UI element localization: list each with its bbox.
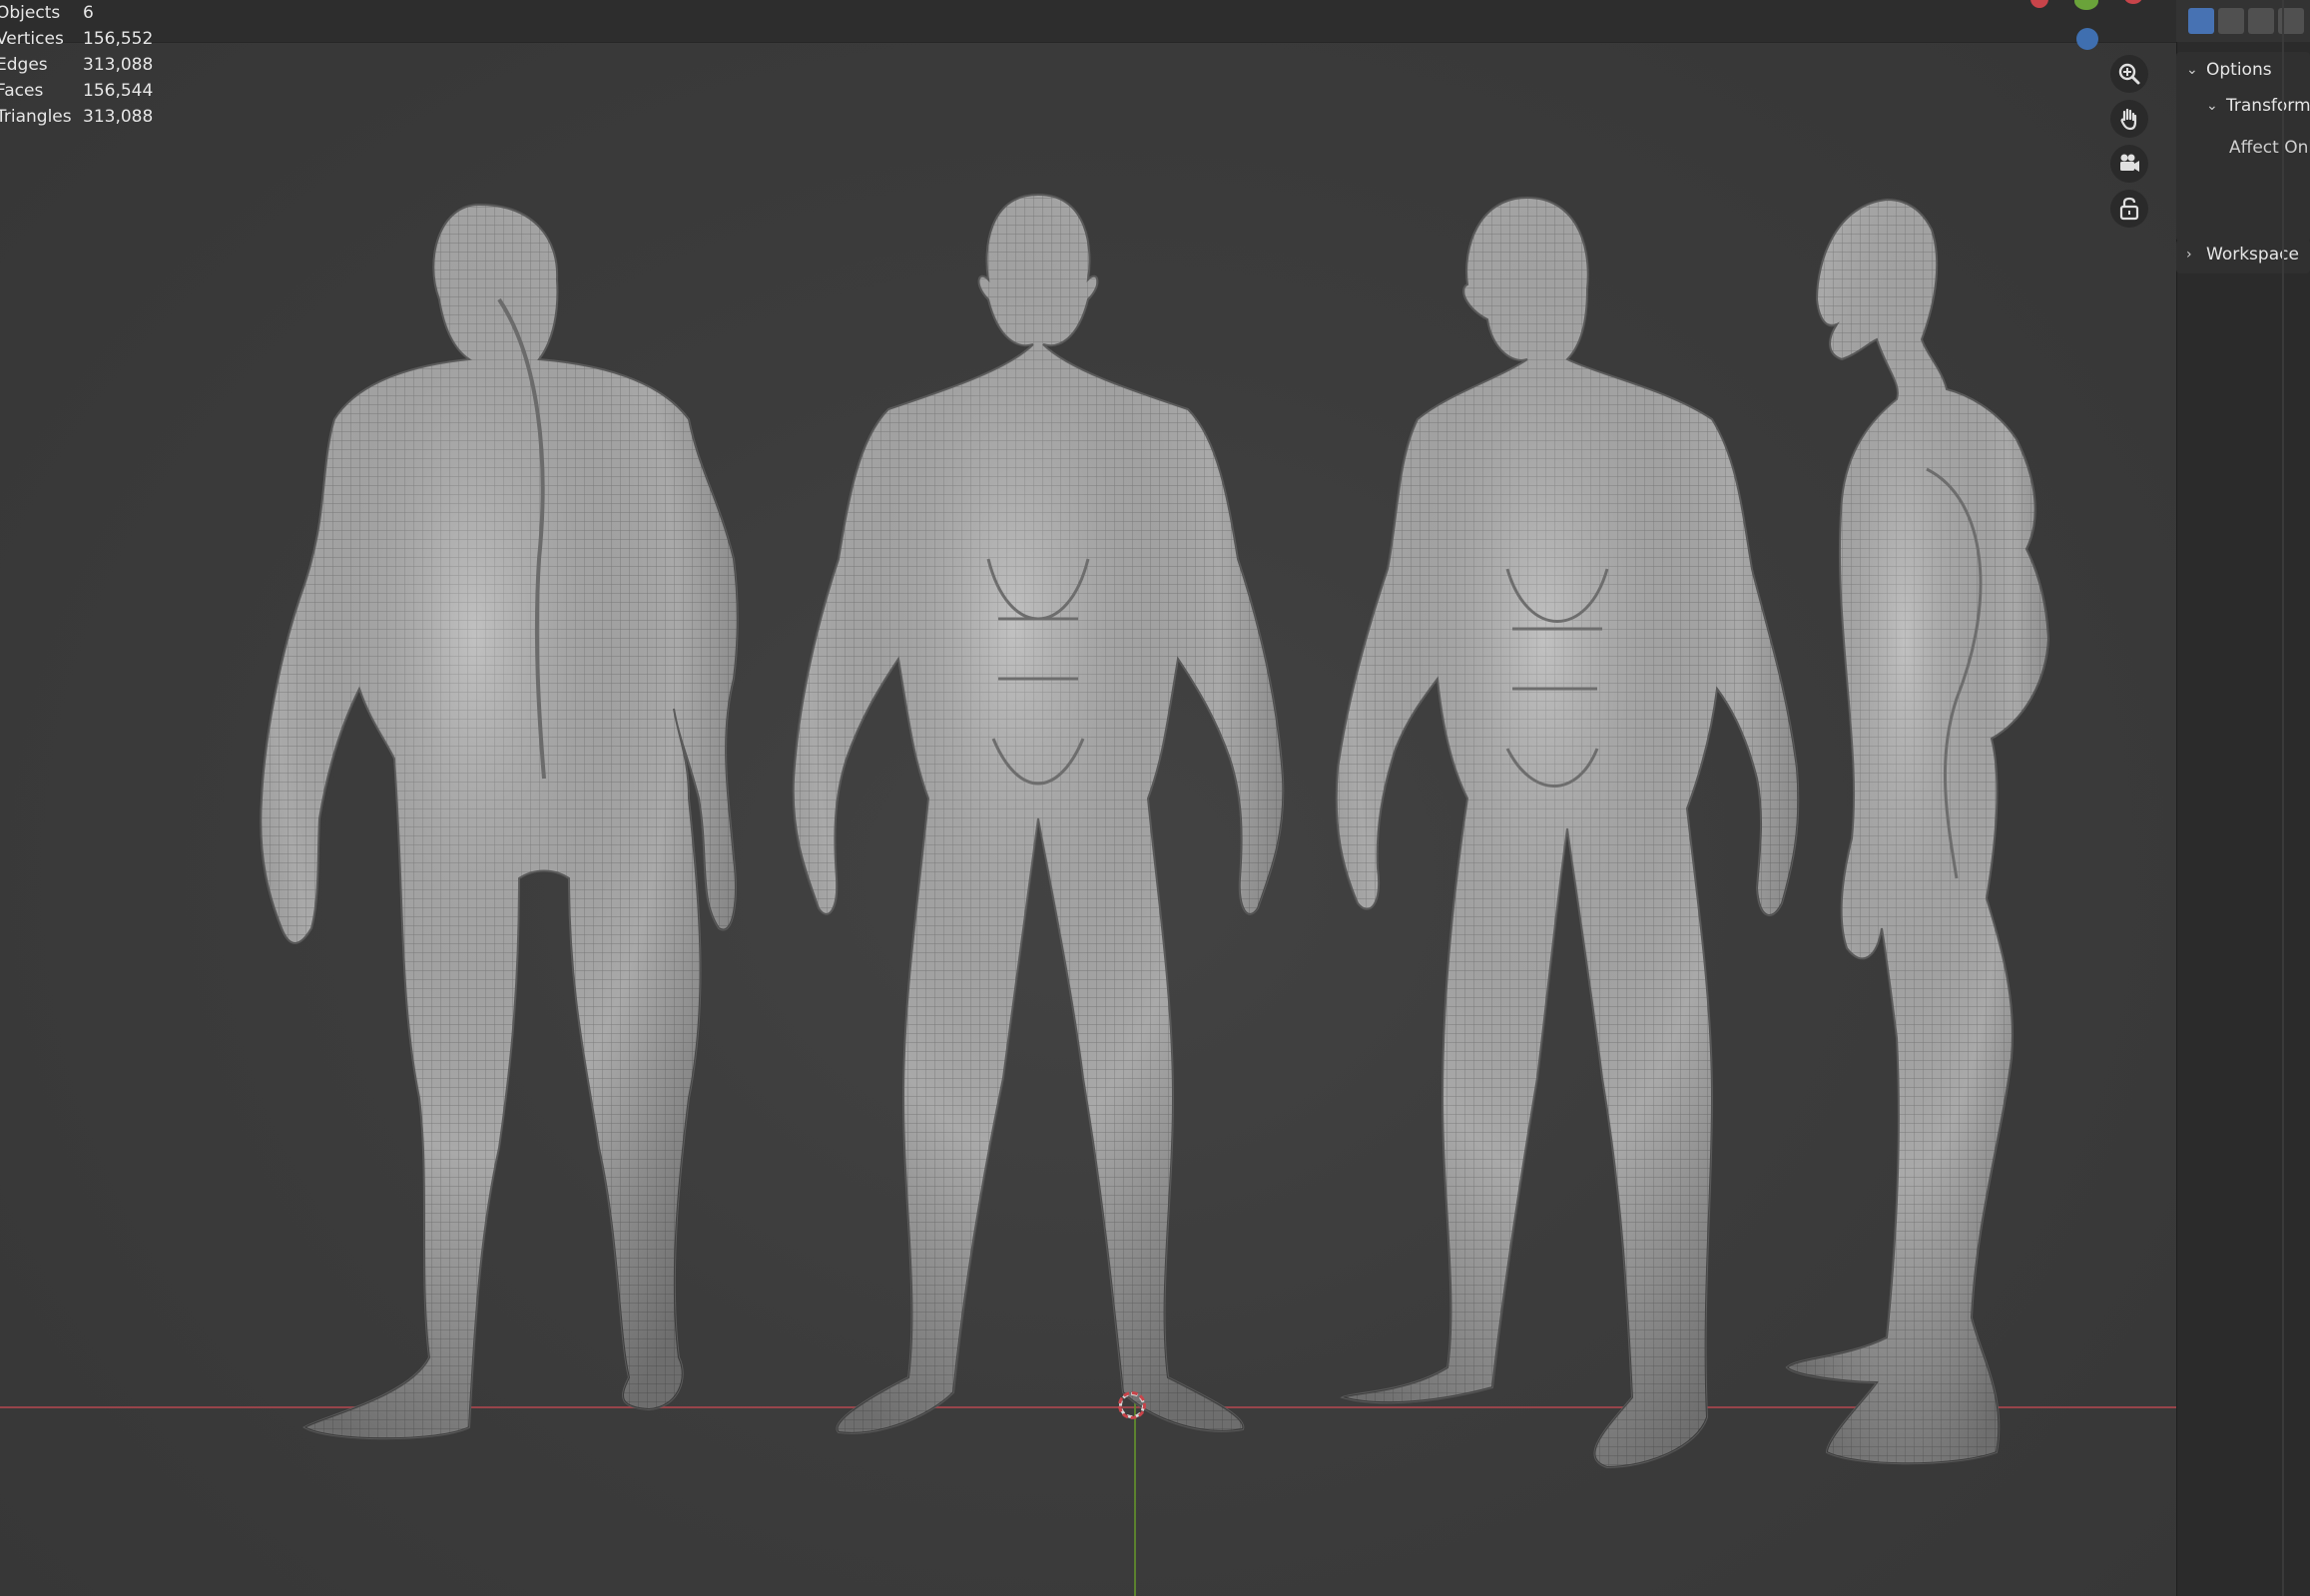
stat-value: 156,552 — [83, 29, 154, 49]
zoom-button[interactable] — [2110, 55, 2148, 93]
chevron-right-icon: › — [2186, 247, 2192, 263]
stat-row-triangles: Triangles 313,088 — [0, 104, 170, 130]
affect-only-label: Affect Only — [2229, 138, 2310, 158]
hand-pan-icon — [2120, 108, 2137, 131]
figure-side-view[interactable] — [1785, 198, 2050, 1465]
select-subtract-mode-icon[interactable] — [2248, 8, 2274, 34]
3d-cursor[interactable] — [1118, 1391, 1146, 1419]
figure-three-quarter-view[interactable] — [1335, 196, 1800, 1469]
figure-model-group[interactable] — [0, 0, 2176, 1596]
lock-view-button[interactable] — [2110, 190, 2148, 228]
3d-viewport[interactable]: Objects 6 Vertices 156,552 Edges 313,088… — [0, 0, 2176, 1596]
figure-back-view[interactable] — [260, 203, 739, 1440]
stat-label: Vertices — [0, 29, 64, 49]
stat-value: 6 — [83, 3, 94, 23]
stat-value: 313,088 — [83, 55, 154, 75]
pan-button[interactable] — [2110, 100, 2148, 138]
zoom-icon — [2118, 63, 2140, 85]
camera-icon — [2120, 154, 2139, 172]
stat-row-objects: Objects 6 — [0, 0, 170, 26]
stat-label: Faces — [0, 81, 44, 101]
stat-value: 156,544 — [83, 81, 154, 101]
chevron-down-icon: ⌄ — [2206, 98, 2218, 114]
lock-icon — [2119, 197, 2139, 221]
transform-label: Transform — [2226, 96, 2310, 116]
blender-window: Objects 6 Vertices 156,552 Edges 313,088… — [0, 0, 2310, 1596]
selection-mode-toolbar — [2176, 0, 2310, 42]
workspace-label: Workspace — [2206, 245, 2299, 265]
stat-label: Triangles — [0, 107, 72, 127]
options-panel-header[interactable]: ⌄ Options — [2186, 60, 2272, 80]
sidebar-scrollbar[interactable] — [2282, 0, 2284, 1596]
stat-label: Objects — [0, 3, 61, 23]
chevron-down-icon: ⌄ — [2186, 62, 2198, 78]
stat-row-vertices: Vertices 156,552 — [0, 26, 170, 52]
stat-value: 313,088 — [83, 107, 154, 127]
stat-row-faces: Faces 156,544 — [0, 78, 170, 104]
camera-view-button[interactable] — [2110, 145, 2148, 183]
transform-subpanel-header[interactable]: ⌄ Transform — [2206, 96, 2310, 116]
scene-statistics: Objects 6 Vertices 156,552 Edges 313,088… — [0, 0, 170, 130]
select-box-mode-icon[interactable] — [2188, 8, 2214, 34]
stat-label: Edges — [0, 55, 48, 75]
select-extend-mode-icon[interactable] — [2218, 8, 2244, 34]
gizmo-z-axis-icon[interactable] — [2076, 28, 2098, 50]
figure-front-view[interactable] — [792, 193, 1285, 1434]
options-label: Options — [2206, 60, 2272, 80]
stat-row-edges: Edges 313,088 — [0, 52, 170, 78]
affect-only-text: Affect Only — [2229, 138, 2310, 158]
